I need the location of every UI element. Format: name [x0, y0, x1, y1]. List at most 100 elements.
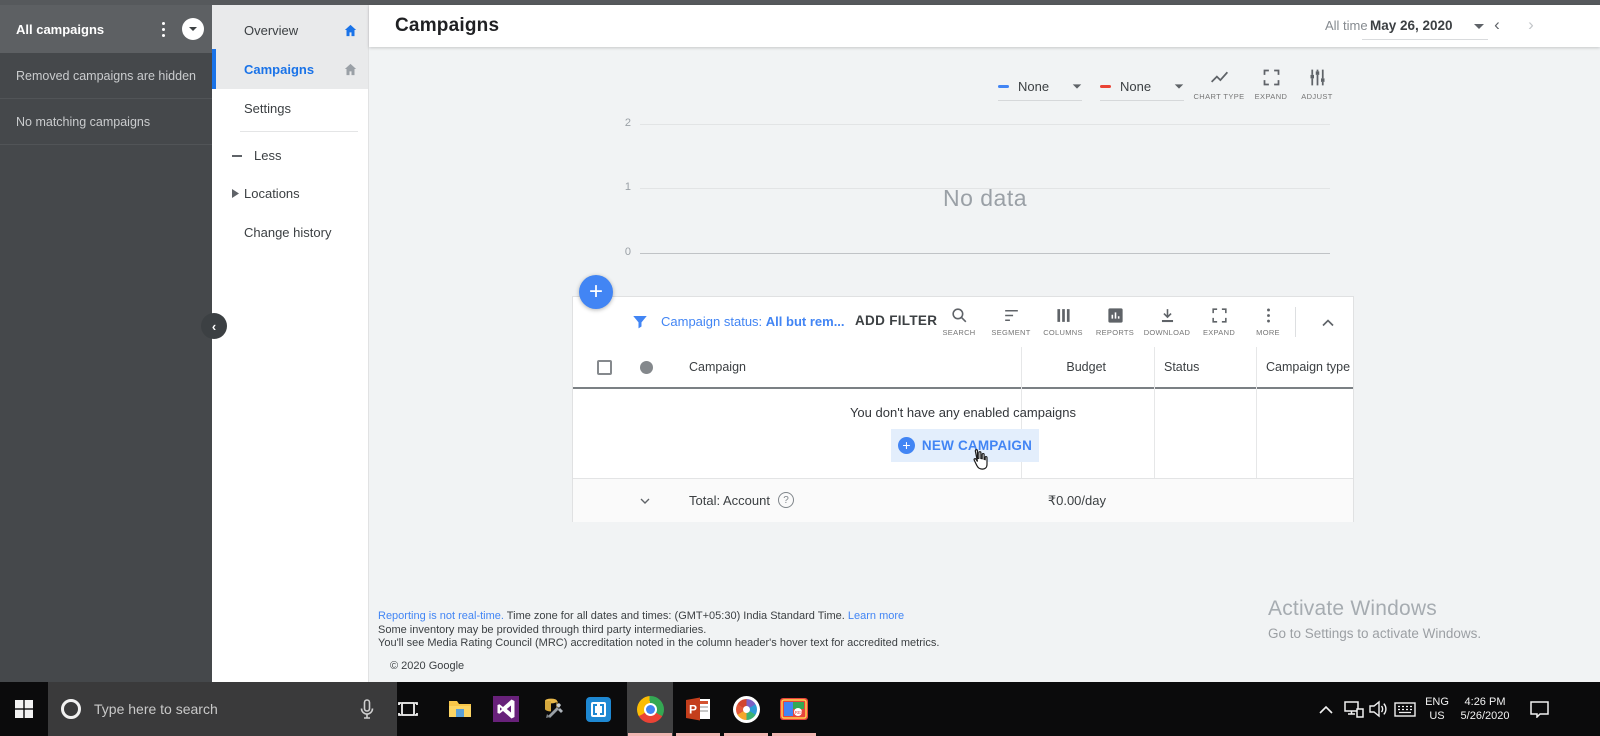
chevron-down-icon[interactable] [637, 493, 653, 509]
task-view-icon [398, 702, 418, 716]
date-prev-button[interactable]: ‹ [1485, 13, 1509, 37]
pinwheel-icon [732, 695, 760, 723]
footer-line-1: Reporting is not real-time. Time zone fo… [378, 610, 1158, 624]
database-tools-icon [545, 698, 563, 718]
account-chevron-button[interactable] [182, 18, 204, 40]
download-label: DOWNLOAD [1143, 328, 1191, 337]
nav-item-settings[interactable]: Settings [212, 89, 368, 128]
nav-item-change-history[interactable]: Change history [212, 213, 368, 252]
windows-taskbar: Type here to search P REC ENG US 4:26 PM… [0, 682, 1600, 736]
task-view-button[interactable] [385, 682, 431, 736]
column-header-budget[interactable]: Budget [1021, 360, 1154, 374]
adjust-sliders-icon [1310, 69, 1324, 86]
touch-keyboard-button[interactable] [1390, 682, 1420, 736]
chart-adjust-button[interactable]: ADJUST [1288, 67, 1346, 101]
file-explorer-button[interactable] [437, 682, 483, 736]
footer-line-2: Some inventory may be provided through t… [378, 623, 707, 636]
status-filter-dot[interactable] [640, 361, 653, 374]
more-button[interactable]: MORE [1243, 306, 1293, 337]
more-dots-icon [1266, 308, 1270, 323]
download-button[interactable]: DOWNLOAD [1142, 306, 1192, 337]
chrome-button[interactable] [627, 682, 673, 736]
total-budget-value: ₹0.00/day [1047, 493, 1106, 508]
metric2-color-dash [1100, 85, 1111, 88]
nav-item-locations[interactable]: Locations [212, 174, 368, 213]
search-label: SEARCH [942, 328, 976, 337]
sidebar-header: All campaigns [0, 5, 212, 53]
network-icon [1344, 701, 1364, 718]
collapse-table-chevron-icon[interactable] [1318, 313, 1338, 333]
screen-recorder-icon: REC [780, 698, 808, 720]
table-expand-button[interactable]: EXPAND [1194, 306, 1244, 337]
nav-item-overview[interactable]: Overview [212, 11, 368, 50]
download-icon [1161, 309, 1173, 323]
media-pinwheel-button[interactable] [723, 682, 769, 736]
nav-item-label: Campaigns [244, 62, 315, 77]
metric-selector-1[interactable]: None [998, 73, 1082, 101]
sidebar-collapse-button[interactable]: ‹ [201, 313, 227, 339]
report-footer: Reporting is not real-time. Time zone fo… [378, 610, 1158, 651]
sidebar-row-no-matching: No matching campaigns [0, 99, 212, 145]
date-picker[interactable]: May 26, 2020 [1362, 11, 1488, 40]
reporting-link[interactable]: Reporting is not real-time. [378, 610, 504, 622]
kebab-menu-icon[interactable] [154, 20, 172, 38]
empty-state: You don't have any enabled campaigns + N… [573, 389, 1353, 478]
search-button[interactable]: SEARCH [934, 306, 984, 337]
nav-item-label: Overview [244, 23, 299, 38]
select-all-checkbox[interactable] [597, 360, 612, 375]
add-filter-button[interactable]: ADD FILTER [855, 313, 937, 328]
tray-overflow-button[interactable] [1312, 682, 1340, 736]
screen-recorder-button[interactable]: REC [771, 682, 817, 736]
campaigns-table-card: Campaign status: All but rem... ADD FILT… [572, 296, 1354, 522]
ssms-tools-button[interactable] [530, 682, 576, 736]
home-icon [344, 24, 357, 37]
reports-label: REPORTS [1095, 328, 1135, 337]
sidebar-row-removed-hidden[interactable]: Removed campaigns are hidden [0, 53, 212, 99]
search-placeholder: Type here to search [94, 701, 218, 717]
powerpoint-button[interactable]: P [675, 682, 721, 736]
start-button[interactable] [0, 682, 48, 736]
main-content: Campaigns All time May 26, 2020 ‹ › None… [369, 5, 1600, 682]
metric-selector-2[interactable]: None [1100, 73, 1184, 101]
nav-item-less[interactable]: Less [212, 136, 368, 175]
columns-label: COLUMNS [1043, 328, 1083, 337]
clock[interactable]: 4:26 PM 5/26/2020 [1452, 695, 1518, 723]
nav-item-campaigns[interactable]: Campaigns [212, 50, 368, 89]
empty-state-message: You don't have any enabled campaigns [849, 405, 1077, 420]
watermark-title: Activate Windows [1268, 597, 1437, 620]
visual-studio-button[interactable] [483, 682, 529, 736]
column-header-campaign[interactable]: Campaign [689, 360, 746, 374]
notification-bubble-icon [1529, 700, 1549, 718]
home-icon [344, 63, 357, 76]
plus-circle-icon: + [897, 437, 915, 454]
copyright: © 2020 Google [390, 660, 465, 672]
expand-label: EXPAND [1202, 328, 1236, 337]
segment-icon [1004, 309, 1018, 322]
chrome-icon [636, 695, 664, 723]
taskbar-search-input[interactable]: Type here to search [48, 682, 397, 736]
volume-tray-button[interactable] [1364, 682, 1392, 736]
campaign-status-filter[interactable]: Campaign status: All but rem... [661, 314, 845, 329]
code-app-button[interactable] [575, 682, 621, 736]
column-header-campaign-type[interactable]: Campaign type [1266, 360, 1350, 374]
action-center-button[interactable] [1522, 682, 1556, 736]
chart-type-button[interactable]: CHART TYPE [1190, 67, 1248, 101]
windows-logo-icon [15, 700, 33, 718]
visual-studio-icon [493, 696, 519, 722]
language-indicator[interactable]: ENG US [1420, 695, 1454, 723]
help-icon[interactable]: ? [778, 492, 794, 508]
chart-type-icon [1210, 71, 1228, 83]
chevron-up-icon [1319, 705, 1333, 714]
segment-button[interactable]: SEGMENT [986, 306, 1036, 337]
column-header-status[interactable]: Status [1164, 360, 1199, 374]
add-campaign-fab[interactable]: + [579, 275, 613, 309]
microphone-icon[interactable] [355, 697, 379, 721]
columns-button[interactable]: COLUMNS [1038, 306, 1088, 337]
triangle-right-icon [232, 189, 242, 198]
watermark-subtitle: Go to Settings to activate Windows. [1268, 626, 1482, 641]
reports-button[interactable]: REPORTS [1090, 306, 1140, 337]
date-next-button[interactable]: › [1519, 13, 1543, 37]
learn-more-link[interactable]: Learn more [848, 610, 904, 622]
nav-item-label: Settings [244, 101, 291, 116]
search-icon [951, 308, 966, 323]
